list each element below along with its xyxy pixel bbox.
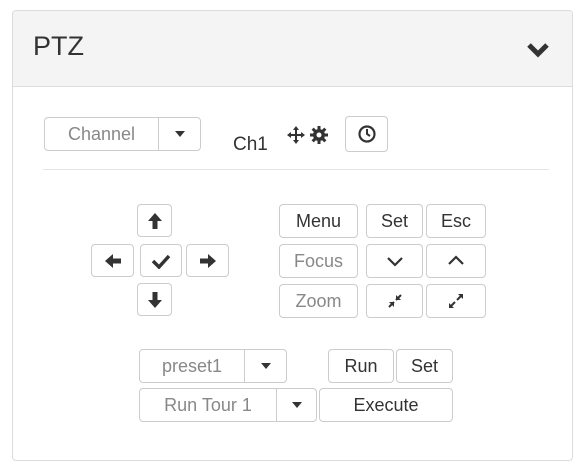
expand-icon: [449, 294, 463, 308]
channel-dropdown-toggle[interactable]: [158, 117, 201, 151]
panel-title: PTZ: [33, 31, 84, 61]
tour-dropdown-toggle[interactable]: [276, 388, 317, 422]
focus-far-button[interactable]: [426, 244, 486, 278]
caret-down-icon: [174, 131, 185, 137]
section-divider: [43, 169, 549, 170]
compress-icon: [387, 294, 402, 308]
chevron-down-icon: [386, 257, 403, 267]
set-button[interactable]: Set: [366, 204, 423, 238]
esc-button[interactable]: Esc: [426, 204, 486, 238]
pan-up-button[interactable]: [137, 204, 172, 237]
ptz-center-button[interactable]: [140, 244, 182, 277]
move-arrows-icon[interactable]: [286, 125, 306, 150]
ptz-panel: PTZ Channel Ch1 Menu Set Esc Focus Zoom …: [12, 10, 573, 461]
schedule-button[interactable]: [345, 116, 388, 152]
preset-select-button[interactable]: preset1: [139, 349, 245, 383]
panel-heading: PTZ: [13, 11, 572, 87]
pan-left-button[interactable]: [91, 244, 134, 277]
caret-down-icon: [291, 402, 302, 408]
arrow-down-icon: [147, 291, 162, 308]
chevron-up-icon: [448, 255, 464, 265]
channel-select-button[interactable]: Channel: [44, 117, 159, 151]
focus-near-button[interactable]: [366, 244, 423, 278]
chevron-down-icon: [527, 43, 549, 58]
arrow-up-icon: [147, 212, 162, 229]
arrow-right-icon: [199, 253, 216, 268]
tour-execute-button[interactable]: Execute: [319, 388, 453, 422]
pan-down-button[interactable]: [137, 283, 172, 316]
collapse-toggle[interactable]: [526, 39, 550, 61]
focus-label-button: Focus: [279, 244, 358, 278]
zoom-label-button: Zoom: [279, 284, 358, 318]
preset-dropdown-toggle[interactable]: [244, 349, 287, 383]
clock-icon: [357, 125, 376, 143]
pan-right-button[interactable]: [186, 244, 229, 277]
caret-down-icon: [260, 363, 271, 369]
tour-select-button[interactable]: Run Tour 1: [139, 388, 277, 422]
zoom-out-button[interactable]: [366, 284, 423, 318]
menu-button[interactable]: Menu: [279, 204, 358, 238]
zoom-in-button[interactable]: [426, 284, 486, 318]
arrow-left-icon: [104, 253, 121, 268]
preset-run-button[interactable]: Run: [328, 349, 394, 383]
gear-icon[interactable]: [309, 125, 329, 150]
channel-current-label: Ch1: [233, 134, 268, 155]
check-icon: [151, 254, 171, 269]
preset-set-button[interactable]: Set: [396, 349, 453, 383]
